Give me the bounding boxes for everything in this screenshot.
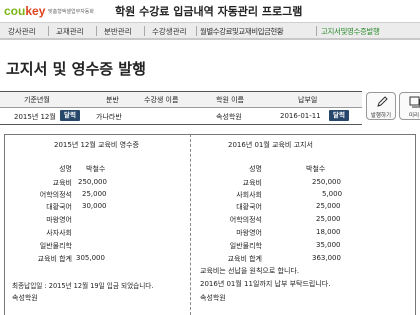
- receipt-item-label: 교육비: [52, 179, 72, 187]
- preview-button-label: 미리: [408, 113, 420, 119]
- receipt-academy: 속성학원: [12, 294, 38, 302]
- receipt-item-label: 대황국어: [46, 203, 72, 211]
- notice-title: 2016년 01월 교육비 고지서: [228, 141, 313, 149]
- receipt-item-label: 어학의정석: [39, 191, 72, 199]
- class-value[interactable]: 가나라반: [96, 112, 122, 122]
- notice-note-deadline: 2016년 01월 11일까지 납부 부탁드립니다.: [200, 280, 331, 288]
- receipt-total-value: 305,000: [76, 254, 105, 262]
- receipt-item-value: 250,000: [78, 178, 107, 186]
- nav-item-teachers[interactable]: 강사관리: [8, 26, 36, 37]
- receipt-total-label: 교육비 합계: [37, 255, 72, 263]
- preview-button[interactable]: 미리: [399, 92, 420, 120]
- notice-item-label: 사회사회: [236, 191, 262, 199]
- header-class: 분반: [106, 96, 119, 104]
- nav-item-textbooks[interactable]: 교재관리: [56, 26, 84, 37]
- receipt-student-name: 박철수: [86, 165, 106, 173]
- nav-item-monthly-status[interactable]: 월별수강료및교재비입금현황: [200, 26, 284, 37]
- base-month-calendar-button[interactable]: 달력: [60, 110, 80, 121]
- notice-item-value: 35,000: [316, 241, 341, 249]
- payment-date-calendar-button[interactable]: 달력: [329, 110, 349, 121]
- issue-button-label: 발행하기: [370, 113, 392, 119]
- pencil-icon: [377, 96, 388, 107]
- nav-separator: [48, 26, 49, 36]
- notice-item-label: 대황국어: [236, 203, 262, 211]
- header-base-month: 기준년월: [24, 96, 50, 104]
- notice-student-name: 박철수: [306, 165, 326, 173]
- main-nav: 강사관리 교재관리 분반관리 수강생관리 월별수강료및교재비입금현황 고지서및영…: [0, 22, 420, 40]
- receipt-item-value: 30,000: [82, 202, 107, 210]
- nav-separator: [144, 26, 145, 36]
- header-student-name: 수강생 이름: [144, 96, 179, 104]
- notice-item-label: 교육비: [242, 179, 262, 187]
- page-title: 고지서 및 영수증 발행: [6, 60, 146, 78]
- notice-item-value: 250,000: [312, 178, 341, 186]
- nav-separator: [96, 26, 97, 36]
- receipt-name-label: 성명: [59, 165, 72, 173]
- notice-academy: 속성학원: [200, 294, 226, 302]
- receipt-item-value: 25,000: [82, 190, 107, 198]
- notice-note-prepay: 교육비는 선납을 원칙으로 합니다.: [200, 267, 300, 275]
- coukey-logo: coukey: [4, 4, 46, 18]
- nav-item-students[interactable]: 수강생관리: [152, 26, 187, 37]
- academy-name-value[interactable]: 속성학원: [216, 112, 242, 122]
- header-payment-date: 납부일: [298, 96, 318, 104]
- table-bottom-border: [0, 124, 362, 125]
- app-title: 학원 수강료 입금내역 자동관리 프로그램: [115, 5, 303, 18]
- header-academy-name: 학원 이름: [216, 96, 244, 104]
- nav-separator: [196, 26, 197, 36]
- receipt-item-label: 사자사회: [46, 229, 72, 237]
- app-header: coukey 맞춤형엑셀업무자동화 학원 수강료 입금내역 자동관리 프로그램: [0, 0, 420, 22]
- notice-item-label: 어학의정석: [229, 216, 262, 224]
- notice-item-value: 25,000: [316, 215, 341, 223]
- receipt-item-label: 일반물리학: [39, 242, 72, 250]
- cut-line: [190, 134, 191, 315]
- notice-item-label: 마왕영어: [236, 229, 262, 237]
- logo-tagline: 맞춤형엑셀업무자동화: [48, 9, 95, 15]
- preview-icon: [409, 96, 420, 108]
- notice-item-value: 18,000: [316, 228, 341, 236]
- notice-name-label: 성명: [249, 165, 262, 173]
- nav-item-classes[interactable]: 분반관리: [104, 26, 132, 37]
- table-header-divider: [0, 107, 362, 108]
- nav-item-invoice-receipt[interactable]: 고지서및영수증발행: [321, 26, 380, 37]
- payment-date-value[interactable]: 2016-01-11: [280, 112, 321, 120]
- receipt-item-label: 마왕영어: [46, 216, 72, 224]
- notice-item-value: 25,000: [316, 202, 341, 210]
- nav-separator: [316, 26, 317, 36]
- issue-button[interactable]: 발행하기: [366, 92, 396, 120]
- notice-total-value: 363,000: [312, 254, 341, 262]
- notice-total-label: 교육비 합계: [227, 255, 262, 263]
- receipt-title: 2015년 12월 교육비 영수증: [54, 141, 139, 149]
- receipt-payment-note: 최종납입일 : 2015년 12월 19일 입금 되었습니다.: [12, 282, 154, 290]
- base-month-value[interactable]: 2015년 12월: [14, 112, 56, 122]
- notice-item-label: 일반물리학: [229, 242, 262, 250]
- notice-item-value: 5,000: [322, 190, 343, 198]
